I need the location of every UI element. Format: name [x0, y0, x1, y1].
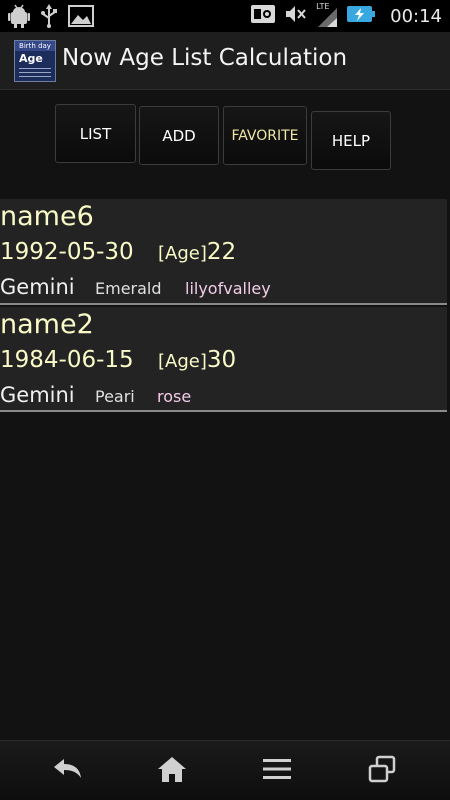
- entry-name: name2: [0, 309, 94, 340]
- image-icon: [68, 5, 94, 31]
- age-label: [Age]: [158, 243, 207, 264]
- app-icon-header: Birth day: [15, 41, 55, 51]
- add-button[interactable]: ADD: [139, 106, 219, 165]
- app-icon: Birth day Age: [14, 40, 56, 82]
- favorite-button[interactable]: FAVORITE: [223, 106, 307, 165]
- recent-apps-icon: [367, 755, 397, 787]
- list-item[interactable]: name6 1992-05-30 [Age]22 Gemini Emerald …: [0, 199, 447, 305]
- mute-icon: [284, 3, 308, 29]
- signal-icon: LTE: [316, 2, 338, 28]
- entry-birthstone: Emerald: [95, 279, 162, 298]
- home-button[interactable]: [150, 753, 194, 789]
- app-icon-line: [19, 68, 51, 69]
- app-icon-line: [19, 72, 51, 73]
- entry-age: [Age]22: [158, 239, 236, 265]
- age-value: 30: [206, 347, 237, 373]
- entry-flower: rose: [157, 387, 192, 406]
- clock-time: 00:14: [390, 5, 442, 27]
- navigation-bar: [0, 740, 450, 800]
- status-left: [8, 4, 94, 32]
- age-label: [Age]: [158, 351, 207, 372]
- back-button[interactable]: [45, 753, 89, 789]
- app-icon-line: [19, 76, 51, 77]
- entry-birthstone: Peari: [95, 387, 135, 406]
- home-icon: [157, 755, 187, 787]
- menu-icon: [262, 757, 292, 785]
- status-right: LTE 00:14: [250, 2, 442, 29]
- back-icon: [51, 756, 83, 786]
- action-bar: Birth day Age Now Age List Calculation: [0, 32, 450, 90]
- entry-zodiac: Gemini: [0, 275, 75, 299]
- age-value: 22: [206, 239, 237, 265]
- status-bar: LTE 00:14: [0, 0, 450, 32]
- entry-birthdate: 1984-06-15: [0, 347, 134, 373]
- recent-apps-button[interactable]: [360, 753, 404, 789]
- menu-button[interactable]: [255, 753, 299, 789]
- help-button[interactable]: HELP: [311, 111, 391, 170]
- entry-birthdate: 1992-05-30: [0, 239, 134, 265]
- entry-flower: lilyofvalley: [185, 279, 271, 298]
- android-debug-icon: [8, 4, 30, 32]
- entry-name: name6: [0, 201, 94, 232]
- list-item[interactable]: name2 1984-06-15 [Age]30 Gemini Peari ro…: [0, 307, 447, 412]
- voicemail-icon: [250, 3, 276, 29]
- battery-charging-icon: [346, 3, 376, 29]
- entry-zodiac: Gemini: [0, 383, 75, 407]
- app-title: Now Age List Calculation: [62, 45, 348, 71]
- list-button[interactable]: LIST: [55, 104, 136, 163]
- usb-icon: [40, 4, 58, 32]
- entry-age: [Age]30: [158, 347, 236, 373]
- app-icon-age-text: Age: [19, 52, 43, 65]
